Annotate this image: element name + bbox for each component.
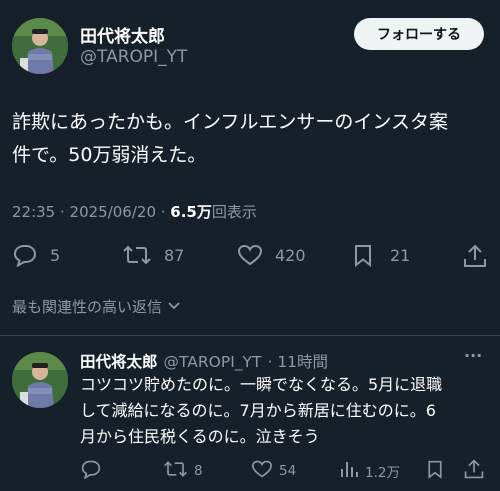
reply-text-line: 月から住民税くるのに。泣きそう: [80, 427, 320, 446]
author-name[interactable]: 田代将太郎: [80, 22, 165, 47]
reply-views-button[interactable]: 1.2万: [339, 459, 400, 483]
bookmark-count: 21: [390, 245, 411, 265]
chevron-down-icon: [166, 297, 182, 317]
heart-icon: [237, 243, 263, 267]
reply-views-count: 1.2万: [365, 465, 400, 481]
bookmark-icon: [426, 459, 444, 483]
reply-icon: [12, 243, 38, 267]
tweet-text-line: 件で。50万弱消えた。: [12, 144, 207, 166]
author-avatar[interactable]: [12, 18, 68, 74]
reply-retweet-button[interactable]: 8: [163, 459, 203, 483]
reply-icon: [80, 459, 102, 483]
reply-text: コツコツ貯めたのに。一瞬でなくなる。5月に退職 して減給になるのに。7月から新居…: [80, 372, 495, 450]
reply-sort-dropdown[interactable]: 最も関連性の高い返信: [12, 296, 182, 317]
bookmark-button[interactable]: 21: [352, 243, 410, 267]
analytics-icon: [339, 459, 359, 483]
tweet-text: 詐欺にあったかも。インフルエンサーのインスタ案 件で。50万弱消えた。: [12, 106, 492, 172]
views-label: 回表示: [211, 203, 257, 221]
reply-sort-label: 最も関連性の高い返信: [12, 298, 163, 316]
reply-header: 田代将太郎 @TAROPI_YT · 11時間: [80, 350, 328, 372]
reply-like-button[interactable]: 54: [251, 459, 296, 483]
retweet-icon: [122, 243, 152, 267]
reply-button[interactable]: 5: [12, 243, 60, 267]
heart-icon: [251, 459, 273, 483]
reply-author-avatar[interactable]: [12, 352, 68, 408]
divider: [0, 335, 500, 336]
reply-text-line: コツコツ貯めたのに。一瞬でなくなる。5月に退職: [80, 375, 443, 394]
reply-text-line: して減給になるのに。7月から新居に住むのに。6: [80, 401, 436, 420]
share-icon: [462, 244, 488, 273]
reply-time[interactable]: · 11時間: [267, 350, 328, 372]
share-button[interactable]: [462, 243, 488, 273]
retweet-icon: [163, 459, 188, 483]
tweet-meta: 22:35 · 2025/06/20 · 6.5万回表示: [12, 201, 257, 222]
reply-share-button[interactable]: [463, 458, 485, 484]
bookmark-icon: [352, 243, 374, 267]
like-button[interactable]: 420: [237, 243, 306, 267]
share-icon: [463, 458, 485, 484]
reply-count: 5: [50, 245, 61, 265]
follow-button[interactable]: フォローする: [354, 18, 484, 50]
reply-retweet-count: 8: [194, 463, 203, 479]
retweet-button[interactable]: 87: [122, 243, 184, 267]
reply-author-handle[interactable]: @TAROPI_YT: [164, 353, 262, 371]
more-options-button[interactable]: ···: [464, 346, 482, 365]
tweet-text-line: 詐欺にあったかも。インフルエンサーのインスタ案: [12, 111, 449, 133]
reply-reply-button[interactable]: [80, 459, 102, 483]
like-count: 420: [275, 245, 306, 265]
reply-bookmark-button[interactable]: [426, 459, 444, 483]
reply-like-count: 54: [279, 463, 297, 479]
author-handle[interactable]: @TAROPI_YT: [80, 47, 187, 67]
views-count: 6.5万: [170, 203, 212, 221]
reply-author-name[interactable]: 田代将太郎: [80, 350, 158, 372]
retweet-count: 87: [164, 245, 185, 265]
tweet-timestamp[interactable]: 22:35 · 2025/06/20 ·: [12, 203, 170, 221]
